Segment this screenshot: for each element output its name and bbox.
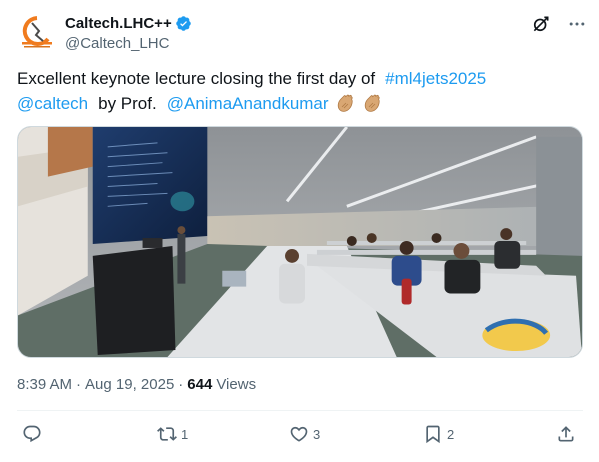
avatar[interactable] xyxy=(17,13,57,53)
bookmark-count: 2 xyxy=(447,426,455,442)
caltech-lhc-logo xyxy=(17,13,57,53)
reply-icon xyxy=(23,425,41,443)
action-bar: 1 3 2 xyxy=(17,424,583,450)
clapping-hands-icon xyxy=(364,94,380,112)
share-icon xyxy=(558,426,574,442)
divider xyxy=(17,410,583,411)
like-count: 3 xyxy=(313,426,321,442)
tweet-text-line1: Excellent keynote lecture closing the fi… xyxy=(17,69,376,88)
handle[interactable]: @Caltech_LHC xyxy=(65,35,192,52)
hashtag-link[interactable]: #ml4jets2025 xyxy=(385,69,486,88)
grok-icon[interactable] xyxy=(531,14,551,34)
mention-anima-link[interactable]: @AnimaAnandkumar xyxy=(167,94,329,113)
more-icon[interactable] xyxy=(567,14,587,34)
repost-icon xyxy=(157,427,177,441)
tweet-photo[interactable] xyxy=(17,126,583,358)
repost-count: 1 xyxy=(181,426,189,442)
mention-caltech-link[interactable]: @caltech xyxy=(17,94,88,113)
like-button[interactable]: 3 xyxy=(289,424,320,444)
meta-separator: · xyxy=(76,376,82,393)
reply-button[interactable] xyxy=(22,424,46,444)
tweet-date[interactable]: Aug 19, 2025 xyxy=(85,376,174,393)
views-label: Views xyxy=(216,376,257,393)
verified-badge-icon xyxy=(175,16,191,31)
share-button[interactable] xyxy=(556,424,576,444)
views-count[interactable]: 644 xyxy=(187,376,212,393)
lecture-hall-photo xyxy=(18,127,582,357)
meta-separator: · xyxy=(178,376,184,393)
bookmark-button[interactable]: 2 xyxy=(423,424,454,444)
repost-button[interactable]: 1 xyxy=(157,424,188,444)
tweet-time[interactable]: 8:39 AM xyxy=(17,376,72,393)
heart-icon xyxy=(290,426,308,442)
clapping-hands-icon xyxy=(338,94,353,112)
tweet-meta: 8:39 AM · Aug 19, 2025 · 644 Views xyxy=(17,376,256,393)
bookmark-icon xyxy=(426,425,440,444)
tweet-text: Excellent keynote lecture closing the fi… xyxy=(17,66,577,116)
display-name[interactable]: Caltech.LHC++ xyxy=(65,15,172,32)
tweet-text-line2: by Prof. xyxy=(98,94,157,113)
tweet-header: Caltech.LHC++ @Caltech_LHC xyxy=(17,10,587,54)
